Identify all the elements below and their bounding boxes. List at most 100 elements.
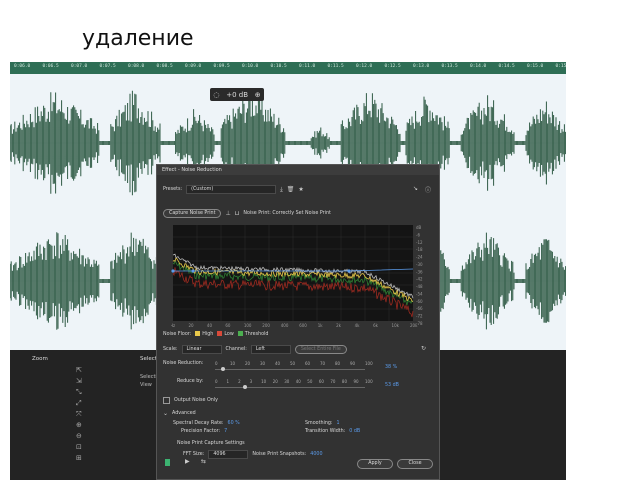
- legend-low: Low: [217, 331, 234, 337]
- channel-select[interactable]: Left: [250, 345, 291, 354]
- volume-knob-icon[interactable]: ◌: [213, 91, 219, 99]
- curve-control-point[interactable]: [347, 269, 351, 273]
- zoom-selection-icon[interactable]: ⊡: [76, 443, 82, 451]
- transition-value[interactable]: 0 dB: [349, 429, 360, 434]
- freq-tick-label: 1k: [318, 323, 324, 327]
- timeline-ruler[interactable]: 0:06.0 0:06.5 0:07.0 0:07.5 0:08.0 0:08.5 0:09…: [10, 62, 566, 74]
- zoom-in-time-icon[interactable]: ⤡: [76, 388, 82, 396]
- noise-reduction-dialog: Effect - Noise Reduction Presets: (Custo…: [156, 164, 440, 480]
- freq-tick-label: 40: [207, 323, 213, 327]
- db-tick-label: -54: [416, 291, 423, 296]
- view-label: View: [140, 382, 152, 388]
- capture-hint: Noise Print: Correctly Set Noise Print: [243, 211, 331, 216]
- zoom-out-amplitude-icon[interactable]: ⇲: [76, 377, 82, 385]
- slider-tick-label: 3: [249, 379, 253, 384]
- slider-tick-label: 30: [284, 379, 290, 384]
- zoom-tools: ⇱ ⇲ ⤡ ⤢ ⤧ ⊕ ⊖ ⊡ ⊞: [76, 366, 82, 462]
- precision-value[interactable]: 7: [224, 429, 227, 434]
- slider-tick-label: 90: [353, 379, 359, 384]
- scale-select[interactable]: Linear: [181, 345, 222, 354]
- reset-icon[interactable]: ↻: [421, 345, 426, 352]
- db-tick-label: -60: [416, 299, 423, 304]
- fft-select[interactable]: 4096: [208, 450, 249, 459]
- db-tick-label: -48: [416, 284, 423, 289]
- freq-tick-label: Hz: [171, 323, 175, 327]
- chevron-down-icon[interactable]: ⌄: [163, 410, 168, 417]
- slider-tick-label: 100: [365, 361, 373, 366]
- freq-tick-label: 60: [225, 323, 231, 327]
- select-entire-file-button[interactable]: Select Entire File: [294, 345, 347, 354]
- delete-preset-icon[interactable]: 🗑: [287, 186, 295, 193]
- heads-up-display[interactable]: ◌ +0 dB ⊕: [210, 88, 264, 101]
- legend-label: Noise Floor:: [163, 331, 192, 337]
- slider-tick-label: 20: [245, 361, 251, 366]
- pin-icon[interactable]: ⊕: [255, 91, 261, 99]
- apply-button[interactable]: Apply: [357, 459, 393, 469]
- presets-row: Presets: (Custom) ⤓ 🗑 ★: [163, 185, 304, 194]
- reduce-by-slider[interactable]: [215, 387, 365, 388]
- zoom-out-time-icon[interactable]: ⤢: [76, 399, 82, 407]
- zoom-in-icon[interactable]: ⊕: [76, 421, 82, 429]
- timeline-tick: 0:09.0: [185, 64, 202, 69]
- output-noise-checkbox[interactable]: [163, 397, 170, 404]
- legend-threshold: Threshold: [237, 331, 268, 337]
- zoom-panel-title: Zoom: [32, 356, 48, 362]
- zoom-fit-icon[interactable]: ⊞: [76, 454, 82, 462]
- selection-label: Selecti: [140, 374, 157, 380]
- timeline-tick: 0:08.5: [156, 64, 173, 69]
- spectral-decay-value[interactable]: 60 %: [228, 421, 240, 426]
- noise-reduction-knob[interactable]: [221, 367, 225, 371]
- scale-label: Scale:: [163, 347, 178, 352]
- reduce-by-knob[interactable]: [243, 385, 247, 389]
- slider-tick-label: 50: [307, 379, 313, 384]
- noise-reduction-slider[interactable]: [215, 369, 365, 370]
- smoothing-value[interactable]: 1: [337, 421, 340, 426]
- slider-tick-label: 60: [318, 379, 324, 384]
- slider-tick-label: 10: [261, 379, 267, 384]
- snapshots-label: Noise Print Snapshots:: [252, 452, 307, 457]
- zoom-out-icon[interactable]: ⊖: [76, 432, 82, 440]
- reduce-by-row: Reduce by:: [163, 379, 203, 384]
- slider-tick-label: 70: [320, 361, 326, 366]
- db-tick-label: -6: [416, 232, 420, 237]
- slider-tick-label: 1: [226, 379, 230, 384]
- timeline-tick: 0:14.5: [498, 64, 515, 69]
- save-preset-icon[interactable]: ⤓: [280, 186, 283, 194]
- slider-tick-label: 0: [215, 361, 218, 366]
- snapshots-value[interactable]: 4000: [310, 452, 322, 457]
- slider-tick-label: 40: [295, 379, 301, 384]
- reduce-by-value[interactable]: 53 dB: [385, 383, 399, 388]
- timeline-tick: 0:09.5: [213, 64, 230, 69]
- advanced-label[interactable]: Advanced: [172, 411, 196, 416]
- slider-tick-label: 0: [215, 379, 218, 384]
- play-icon[interactable]: ▶: [185, 458, 190, 465]
- close-button[interactable]: Close: [397, 459, 433, 469]
- curve-control-point[interactable]: [191, 269, 195, 273]
- spectral-decay-row: Spectral Decay Rate: 60 %: [173, 421, 240, 426]
- info-icon[interactable]: ⓘ: [425, 185, 431, 194]
- freq-tick-label: 20k: [410, 323, 418, 327]
- noise-spectrum-graph[interactable]: dB -6 -12 -18 -24 -30 -36 -42 -48 -54 -60 -66 -72 -78…: [170, 223, 433, 328]
- timeline-tick: 0:07.5: [99, 64, 116, 69]
- save-noise-print-icon[interactable]: ⊔: [235, 210, 240, 217]
- advanced-row[interactable]: ⌄ Advanced: [163, 410, 196, 417]
- load-noise-print-icon[interactable]: ⊥: [225, 210, 230, 217]
- freq-tick-label: 6k: [373, 323, 379, 327]
- noise-reduction-value[interactable]: 38 %: [385, 365, 397, 370]
- timeline-tick: 0:06.0: [14, 64, 31, 69]
- db-tick-label: -36: [416, 269, 423, 274]
- capture-noise-print-button[interactable]: Capture Noise Print: [163, 209, 222, 218]
- favorite-star-icon[interactable]: ★: [298, 186, 303, 193]
- freq-tick-label: 200: [262, 323, 270, 327]
- slider-tick-label: 10: [230, 361, 236, 366]
- timeline-tick: 0:10.0: [242, 64, 259, 69]
- zoom-full-icon[interactable]: ⤧: [76, 410, 82, 418]
- freq-tick-label: 400: [281, 323, 289, 327]
- presets-select[interactable]: (Custom): [186, 185, 277, 194]
- loop-icon[interactable]: ⇆: [201, 458, 206, 465]
- power-toggle[interactable]: [165, 459, 170, 466]
- zoom-in-amplitude-icon[interactable]: ⇱: [76, 366, 82, 374]
- expand-icon[interactable]: ↘: [413, 185, 418, 192]
- curve-control-point[interactable]: [171, 269, 175, 273]
- timeline-tick: 0:15.0: [527, 64, 544, 69]
